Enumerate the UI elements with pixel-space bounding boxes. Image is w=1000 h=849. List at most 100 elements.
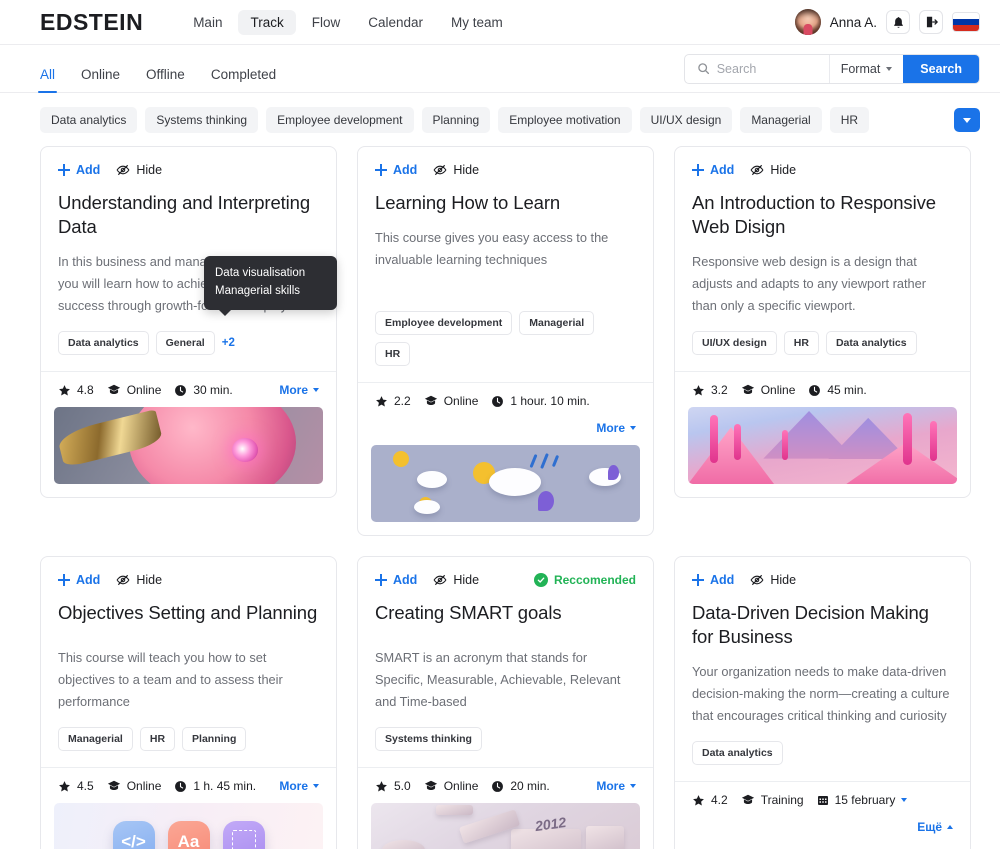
hide-button[interactable]: Hide <box>116 573 162 587</box>
chip-systems-thinking[interactable]: Systems thinking <box>145 107 259 133</box>
nav-item-calendar[interactable]: Calendar <box>356 10 435 35</box>
more-link[interactable]: More <box>279 779 319 793</box>
tab-online[interactable]: Online <box>81 67 120 93</box>
chip-employee-motivation[interactable]: Employee motivation <box>498 107 632 133</box>
add-button[interactable]: Add <box>375 163 417 177</box>
add-button[interactable]: Add <box>375 573 417 587</box>
format: Online <box>107 383 161 397</box>
nav-item-main[interactable]: Main <box>181 10 234 35</box>
rating-value: 4.2 <box>711 793 728 808</box>
user-name-label: Anna A. <box>829 14 877 30</box>
card-tag[interactable]: Employee development <box>375 311 513 336</box>
course-card[interactable]: Add Hide An Introduction to Responsive W… <box>674 146 971 499</box>
add-button[interactable]: Add <box>692 573 734 587</box>
search-bar: Format Search <box>683 53 980 84</box>
eye-off-icon <box>116 163 130 177</box>
more-link[interactable]: More <box>279 383 319 397</box>
format: Online <box>107 779 161 793</box>
card-tag[interactable]: General <box>155 331 215 356</box>
tab-completed[interactable]: Completed <box>211 67 276 93</box>
bell-icon[interactable] <box>886 10 910 34</box>
card-meta-row: 5.0 Online 20 min. More <box>358 767 653 803</box>
hide-button[interactable]: Hide <box>433 163 479 177</box>
card-tag[interactable]: Managerial <box>519 311 595 336</box>
card-tag-overflow[interactable]: +2 <box>222 337 235 349</box>
search-button[interactable]: Search <box>903 54 979 83</box>
graduation-cap-icon <box>741 383 755 397</box>
nav-item-flow[interactable]: Flow <box>300 10 353 35</box>
chevron-down-icon <box>963 117 971 123</box>
course-card[interactable]: Add Hide Data-Driven Decision Making for… <box>674 556 971 849</box>
eye-off-icon <box>750 573 764 587</box>
duration: 30 min. <box>174 383 233 397</box>
card-tag[interactable]: Data analytics <box>692 741 783 766</box>
card-title: Creating SMART goals <box>375 602 562 624</box>
card-body: Add Hide Learning How to Learn This cour… <box>358 147 653 382</box>
card-action-row: Add Hide <box>58 163 319 177</box>
chevron-up-icon <box>947 825 953 830</box>
card-tag[interactable]: Managerial <box>58 727 133 752</box>
format-dropdown[interactable]: Format <box>828 54 904 83</box>
event-date[interactable]: 15 february <box>817 793 908 807</box>
hide-button[interactable]: Hide <box>750 163 796 177</box>
logout-icon[interactable] <box>919 10 943 34</box>
course-card[interactable]: Add Hide Understanding and Interpreting … <box>40 146 337 499</box>
hide-button[interactable]: Hide <box>433 573 479 587</box>
main-navigation: Main Track Flow Calendar My team <box>181 9 515 35</box>
card-tag[interactable]: HR <box>139 727 176 752</box>
chip-hr[interactable]: HR <box>829 107 870 133</box>
nav-item-my-team[interactable]: My team <box>439 10 515 35</box>
more-link[interactable]: More <box>596 779 636 793</box>
more-label: More <box>596 779 625 794</box>
nav-item-track[interactable]: Track <box>238 9 296 35</box>
add-label: Add <box>710 573 735 588</box>
format-label: Format <box>840 61 881 76</box>
russian-flag-icon[interactable] <box>952 12 980 32</box>
chip-planning[interactable]: Planning <box>421 107 491 133</box>
clock-icon <box>174 384 187 397</box>
card-thumbnail <box>54 407 323 485</box>
chip-uiux-design[interactable]: UI/UX design <box>639 107 733 133</box>
hide-button[interactable]: Hide <box>750 573 796 587</box>
hide-button[interactable]: Hide <box>116 163 162 177</box>
graduation-cap-icon <box>107 383 121 397</box>
more-link[interactable]: Ещё <box>917 820 953 834</box>
header-user-area: Anna A. <box>794 9 980 35</box>
card-description: This course gives you easy access to the… <box>375 230 609 268</box>
chip-managerial[interactable]: Managerial <box>740 107 822 133</box>
add-button[interactable]: Add <box>692 163 734 177</box>
tab-all[interactable]: All <box>37 67 58 93</box>
search-field-wrapper[interactable] <box>685 55 829 83</box>
format-value: Online <box>760 383 796 398</box>
card-tag[interactable]: Systems thinking <box>375 727 482 752</box>
rating-value: 5.0 <box>394 779 411 794</box>
plus-icon <box>692 164 704 176</box>
avatar[interactable] <box>794 9 821 35</box>
card-tag[interactable]: HR <box>375 342 411 367</box>
course-card[interactable]: Add Hide Reccomended Creating SMART goal… <box>357 556 654 849</box>
add-button[interactable]: Add <box>58 573 100 587</box>
star-icon <box>375 780 388 793</box>
chevron-down-icon <box>313 784 319 789</box>
card-title: Understanding and Interpreting Data <box>58 192 311 238</box>
card-description: This course will teach you how to set ob… <box>58 650 283 710</box>
card-title: An Introduction to Responsive Web Disign <box>692 192 936 238</box>
course-card[interactable]: Add Hide Objectives Setting and Planning… <box>40 556 337 849</box>
card-body: Add Hide Data-Driven Decision Making for… <box>675 557 970 781</box>
chip-employee-development[interactable]: Employee development <box>266 107 414 133</box>
rating-value: 4.8 <box>77 383 94 398</box>
card-tag[interactable]: HR <box>783 331 819 356</box>
add-button[interactable]: Add <box>58 163 100 177</box>
more-link[interactable]: More <box>596 421 636 435</box>
card-tag[interactable]: Data analytics <box>825 331 917 356</box>
expand-filters-button[interactable] <box>954 108 980 132</box>
course-card[interactable]: Add Hide Learning How to Learn This cour… <box>357 146 654 537</box>
status-badge: Reccomended <box>533 573 636 588</box>
search-input[interactable] <box>716 61 817 76</box>
tab-offline[interactable]: Offline <box>146 67 185 93</box>
card-tag[interactable]: Data analytics <box>58 331 149 356</box>
chip-data-analytics[interactable]: Data analytics <box>40 107 138 133</box>
duration: 1 hour. 10 min. <box>491 394 590 408</box>
card-tag[interactable]: UI/UX design <box>692 331 777 356</box>
card-tag[interactable]: Planning <box>182 727 247 752</box>
